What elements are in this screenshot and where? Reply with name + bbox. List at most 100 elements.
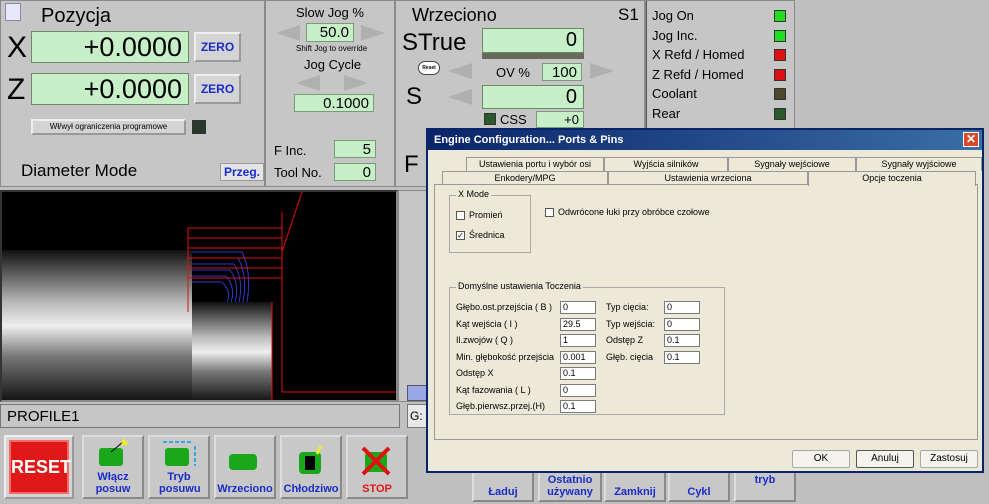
field-label: Głęb.pierwsz.przej.(H): [456, 401, 546, 411]
status-led: [774, 107, 786, 120]
feed-mode-icon: [163, 441, 196, 466]
slow-jog-increase-icon[interactable]: [361, 25, 385, 41]
field-input[interactable]: 0.1: [560, 400, 596, 413]
dialog-title: Engine Configuration... Ports & Pins: [434, 134, 624, 146]
coolant-button[interactable]: Chłodziwo: [280, 435, 342, 499]
ok-button[interactable]: OK: [792, 450, 850, 468]
radius-option[interactable]: Promień: [456, 210, 503, 221]
spindle-label: Wrzeciono: [217, 483, 273, 495]
load-button[interactable]: Ładuj: [472, 470, 534, 502]
dialog-titlebar[interactable]: Engine Configuration... Ports & Pins ✕: [428, 130, 982, 150]
tool-no-label: Tool No.: [274, 165, 322, 180]
status-led: [774, 10, 786, 22]
load-label: Ładuj: [488, 486, 518, 498]
feed-enable-icon: [99, 438, 129, 466]
reversed-arcs-option[interactable]: Odwrócone łuki przy obróbce czołowe: [545, 207, 710, 218]
tool-no-value[interactable]: 0: [334, 163, 376, 181]
s-label: S: [406, 83, 423, 110]
field-label: Typ wejścia:: [606, 318, 656, 329]
status-led: [774, 29, 786, 42]
slow-jog-value[interactable]: 50.0: [306, 23, 354, 42]
enable-feed-button[interactable]: Włącz posuw: [82, 435, 144, 499]
close-program-label: Zamknij: [614, 486, 656, 498]
jog-panel: Slow Jog % 50.0 Shift Jog to override Jo…: [265, 0, 395, 187]
soft-limits-button[interactable]: Wł/wył ograniczenia programowe: [31, 119, 186, 135]
field-label: Głęb. cięcia: [606, 351, 654, 362]
tab-row1[interactable]: Wyjścia silników: [604, 157, 728, 171]
gcode-prefix: G:: [410, 409, 423, 423]
field-input[interactable]: 0: [664, 317, 700, 331]
ov-increase-icon[interactable]: [590, 63, 614, 79]
jog-cycle-increase-icon[interactable]: [344, 75, 368, 91]
f-label: F: [404, 151, 419, 178]
finc-label: F Inc.: [274, 143, 307, 158]
zero-x-button[interactable]: ZERO: [194, 32, 241, 62]
reset-small-icon[interactable]: Reset: [418, 61, 440, 75]
stop-button[interactable]: STOP: [346, 435, 408, 499]
toolpath-drawing: [2, 192, 396, 400]
tab-active[interactable]: Opcje toczenia: [808, 171, 976, 186]
defaults-group-label: Domyślne ustawienia Toczenia: [456, 281, 583, 291]
tab-row1[interactable]: Sygnały wejściowe: [728, 157, 856, 171]
field-input[interactable]: 0.1: [560, 367, 596, 380]
s-decrease-icon[interactable]: [448, 89, 472, 105]
finc-value[interactable]: 5: [334, 140, 376, 158]
x-dro[interactable]: +0.0000: [31, 31, 189, 63]
field-input[interactable]: 29.5: [560, 317, 596, 331]
status-led: [774, 49, 786, 61]
tab-row1[interactable]: Sygnały wyjściowe: [856, 157, 982, 171]
status-led: [774, 88, 786, 100]
reversed-arcs-checkbox[interactable]: [545, 208, 554, 218]
z-dro[interactable]: +0.0000: [31, 73, 189, 105]
apply-button[interactable]: Zastosuj: [920, 450, 978, 468]
s-value[interactable]: 0: [482, 85, 584, 109]
field-input[interactable]: 0.001: [560, 350, 596, 364]
spindle-icon: [229, 454, 263, 470]
shift-jog-hint: Shift Jog to override: [296, 44, 368, 53]
status-divider: [646, 1, 647, 131]
feed-mode-label: Tryb posuwu: [159, 471, 201, 495]
przeg-button[interactable]: Przeg.: [220, 163, 264, 181]
field-input[interactable]: 0: [560, 301, 596, 314]
blue-indicator: [407, 385, 427, 401]
cycle-button[interactable]: Cykl: [668, 470, 730, 502]
css-value: +0: [536, 111, 584, 128]
field-input[interactable]: 0.1: [664, 334, 700, 347]
position-title: Pozycja: [41, 5, 112, 27]
field-input[interactable]: 1: [560, 334, 596, 347]
radius-checkbox[interactable]: [456, 211, 465, 221]
field-input[interactable]: 0: [560, 383, 596, 397]
coolant-icon: [299, 445, 323, 474]
status-label: Coolant: [652, 86, 697, 101]
jog-cycle-decrease-icon[interactable]: [296, 75, 320, 91]
jog-cycle-value[interactable]: 0.1000: [294, 94, 374, 112]
status-label: Z Refd / Homed: [652, 66, 744, 82]
tab-row1[interactable]: Ustawienia portu i wybór osi: [466, 157, 604, 171]
status-label: X Refd / Homed: [652, 47, 745, 62]
slow-jog-decrease-icon[interactable]: [276, 25, 300, 41]
cycle-label: Cykl: [687, 486, 711, 498]
ov-value[interactable]: 100: [542, 63, 582, 81]
close-program-button[interactable]: Zamknij: [604, 470, 666, 502]
tab-row2[interactable]: Ustawienia wrzeciona: [608, 171, 808, 185]
blue-passes: [192, 251, 250, 303]
field-input[interactable]: 0: [664, 301, 700, 314]
workpiece-turned: [192, 302, 272, 400]
tab-row2[interactable]: Enkodery/MPG: [442, 171, 608, 185]
feed-mode-button[interactable]: Tryb posuwu: [148, 435, 210, 499]
field-input[interactable]: 0.1: [664, 350, 700, 364]
field-label: Odstęp Z: [606, 335, 644, 345]
last-used-button[interactable]: Ostatnio używany: [538, 470, 602, 502]
reset-button[interactable]: RESET: [4, 435, 74, 499]
cancel-button[interactable]: Anuluj: [856, 450, 914, 468]
defaults-group: Domyślne ustawienia Toczenia Głębo.ost.p…: [449, 281, 725, 415]
mode-button[interactable]: tryb: [734, 470, 796, 502]
close-icon[interactable]: ✕: [963, 132, 979, 147]
diameter-checkbox[interactable]: ✓: [456, 231, 465, 241]
status-label: Rear: [652, 105, 681, 121]
ov-decrease-icon[interactable]: [448, 63, 472, 79]
field-label: Min. głębokość przejścia: [456, 351, 555, 362]
diameter-option[interactable]: ✓ Średnica: [456, 230, 505, 241]
spindle-button[interactable]: Wrzeciono: [214, 435, 276, 499]
zero-z-button[interactable]: ZERO: [194, 74, 241, 104]
